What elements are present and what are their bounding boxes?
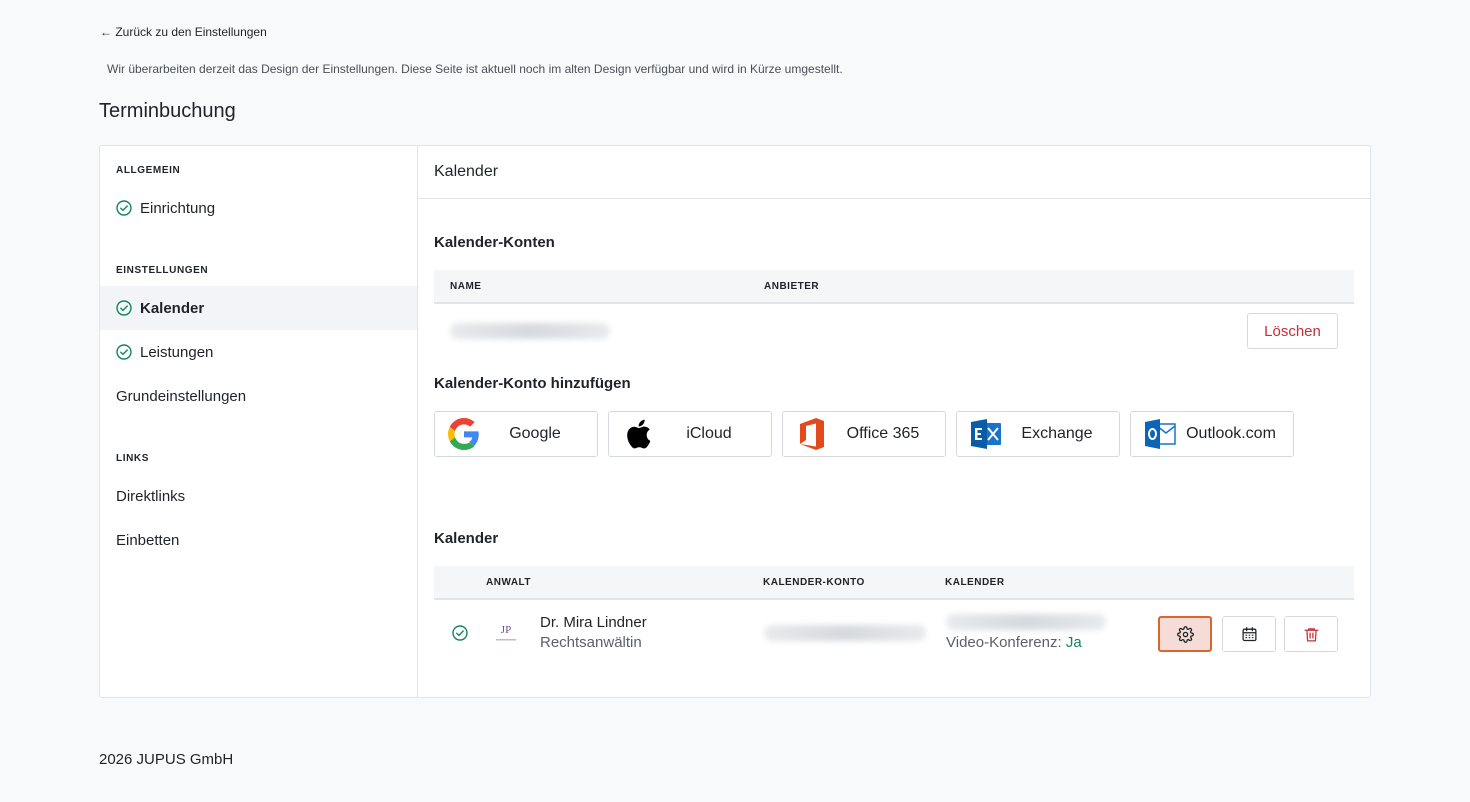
column-header-name: NAME: [450, 281, 482, 292]
check-circle-icon: [452, 625, 468, 641]
account-email-redacted: [450, 323, 610, 339]
provider-exchange-button[interactable]: Exchange: [956, 411, 1120, 457]
provider-outlook-button[interactable]: Outlook.com: [1130, 411, 1294, 457]
redesign-notice: Wir überarbeiten derzeit das Design der …: [107, 62, 843, 76]
provider-label: Google: [509, 425, 561, 442]
calendars-title: Kalender: [434, 530, 499, 547]
apple-icon: [621, 417, 655, 451]
section-label-allgemein: ALLGEMEIN: [116, 165, 181, 176]
provider-label: Outlook.com: [1186, 425, 1276, 442]
sidebar-item-grundeinstellungen[interactable]: Grundeinstellungen: [100, 374, 417, 418]
calendar-icon: [1241, 626, 1258, 643]
lawyer-name: Dr. Mira Lindner: [540, 614, 647, 631]
sidebar-item-einrichtung[interactable]: Einrichtung: [100, 186, 417, 230]
main-panel: Kalender Kalender-Konten NAME ANBIETER L…: [418, 146, 1370, 697]
video-conference-value: Ja: [1065, 634, 1082, 651]
sidebar-item-leistungen[interactable]: Leistungen: [100, 330, 417, 374]
provider-label: iCloud: [686, 425, 732, 442]
add-account-title: Kalender-Konto hinzufügen: [434, 375, 631, 392]
section-label-einstellungen: EINSTELLUNGEN: [116, 265, 209, 276]
avatar: JP: [490, 619, 522, 647]
google-icon: [447, 417, 481, 451]
sidebar-item-direktlinks[interactable]: Direktlinks: [100, 474, 417, 518]
settings-sidebar: ALLGEMEIN Einrichtung EINSTELLUNGEN Kale…: [100, 146, 418, 697]
sidebar-item-einbetten[interactable]: Einbetten: [100, 518, 417, 562]
outlook-icon: [1143, 417, 1177, 451]
provider-google-button[interactable]: Google: [434, 411, 598, 457]
calendar-settings-button[interactable]: [1158, 616, 1212, 652]
page-title: Terminbuchung: [99, 100, 236, 122]
delete-calendar-button[interactable]: [1284, 616, 1338, 652]
column-header-anwalt: ANWALT: [486, 577, 532, 588]
column-header-anbieter: ANBIETER: [764, 281, 820, 292]
accounts-table-header: NAME ANBIETER: [434, 270, 1354, 304]
svg-text:JP: JP: [501, 624, 511, 636]
sidebar-item-label: Einbetten: [116, 531, 180, 549]
sidebar-item-label: Kalender: [140, 299, 205, 317]
calendars-table-header: ANWALT KALENDER-KONTO KALENDER: [434, 566, 1354, 600]
lawyer-role: Rechtsanwältin: [540, 634, 642, 651]
sidebar-item-label: Grundeinstellungen: [116, 387, 247, 405]
check-circle-icon: [116, 344, 132, 360]
column-header-kalender: KALENDER: [945, 577, 1005, 588]
sidebar-item-kalender[interactable]: Kalender: [100, 286, 417, 330]
provider-icloud-button[interactable]: iCloud: [608, 411, 772, 457]
video-conference-label: Video-Konferenz:: [946, 634, 1062, 651]
video-conference-status: Video-Konferenz: Ja: [946, 634, 1082, 651]
calendar-name-redacted: [946, 614, 1106, 630]
exchange-icon: [969, 417, 1003, 451]
calendar-view-button[interactable]: [1222, 616, 1276, 652]
office365-icon: [795, 417, 829, 451]
footer-copyright: 2026 JUPUS GmbH: [99, 751, 234, 768]
accounts-title: Kalender-Konten: [434, 234, 555, 251]
check-circle-icon: [116, 300, 132, 316]
check-circle-icon: [116, 200, 132, 216]
settings-card: ALLGEMEIN Einrichtung EINSTELLUNGEN Kale…: [99, 145, 1371, 698]
calendar-account-redacted: [764, 625, 926, 641]
trash-icon: [1303, 626, 1320, 643]
panel-header: Kalender: [418, 146, 1370, 199]
sidebar-item-label: Einrichtung: [140, 199, 216, 217]
sidebar-item-label: Direktlinks: [116, 487, 186, 505]
column-header-kalender-konto: KALENDER-KONTO: [763, 577, 865, 588]
delete-account-button[interactable]: Löschen: [1247, 313, 1338, 349]
provider-label: Office 365: [846, 425, 920, 442]
back-to-settings-link[interactable]: ← Zurück zu den Einstellungen: [100, 25, 267, 39]
sidebar-item-label: Leistungen: [140, 343, 214, 361]
gear-icon: [1176, 625, 1194, 643]
provider-office365-button[interactable]: Office 365: [782, 411, 946, 457]
provider-label: Exchange: [1021, 425, 1093, 442]
section-label-links: LINKS: [116, 453, 149, 464]
